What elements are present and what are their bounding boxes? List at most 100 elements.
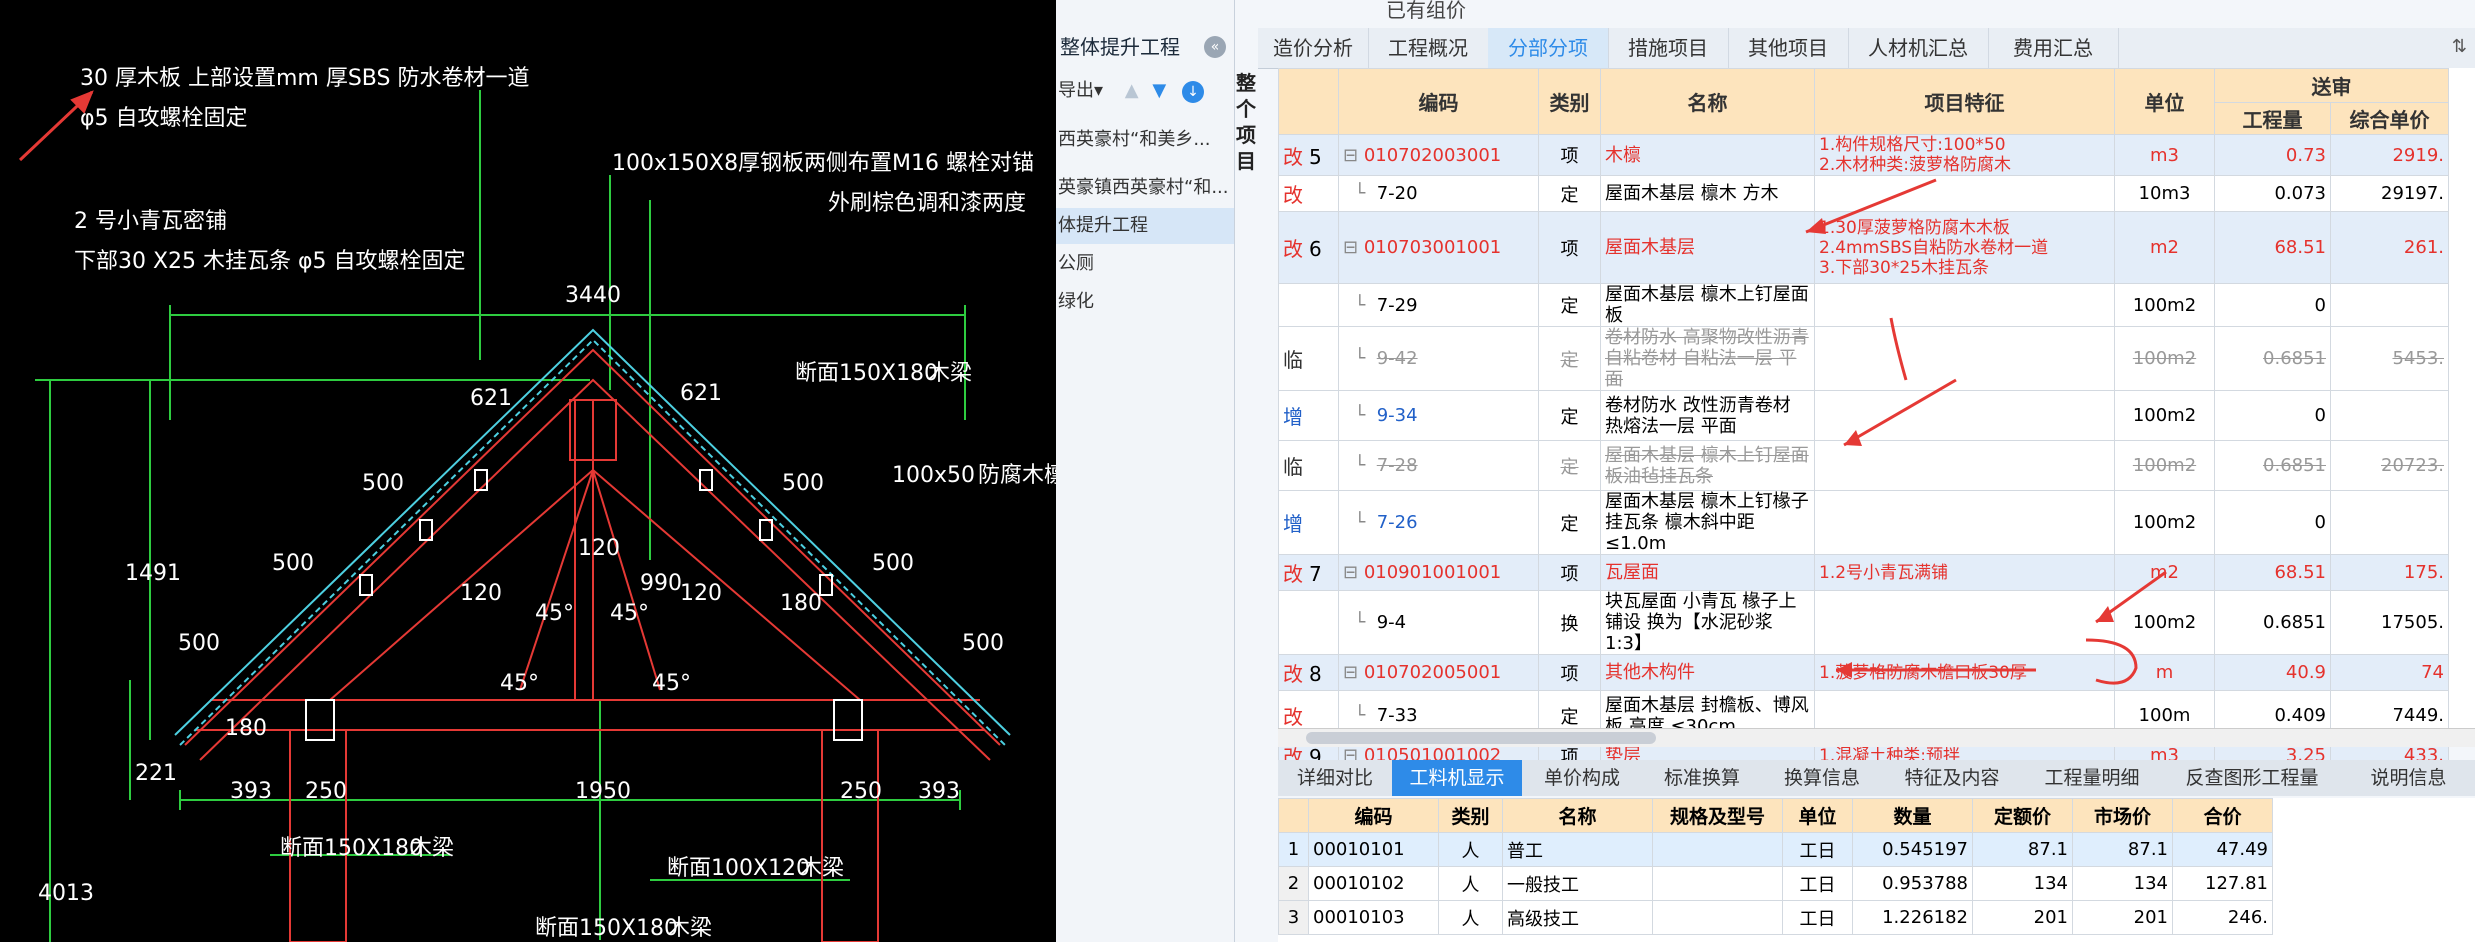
material-row[interactable]: 2 00010102 人一般技工 工日 0.953788 134 134 127.81 <box>1278 866 2273 901</box>
material-total[interactable]: 127.81 <box>2172 866 2273 901</box>
row-price[interactable] <box>2330 390 2449 441</box>
row-qty[interactable]: 0.6851 <box>2214 440 2331 491</box>
bheader-total[interactable]: 合价 <box>2172 798 2273 833</box>
material-type[interactable]: 人 <box>1438 900 1503 935</box>
bheader-name[interactable]: 名称 <box>1502 798 1653 833</box>
row-feature[interactable] <box>1814 326 2115 391</box>
row-code[interactable]: ⊟ 010702005001 <box>1338 654 1539 691</box>
header-code[interactable]: 编码 <box>1338 68 1539 135</box>
row-name[interactable]: 瓦屋面 <box>1600 554 1815 591</box>
tab-labor-material[interactable]: 人材机汇总 <box>1848 28 1989 68</box>
horizontal-scrollbar[interactable] <box>1278 728 2475 747</box>
row-code[interactable]: └ 7-26 <box>1338 490 1539 555</box>
row-name[interactable]: 屋面木基层 檩木上钉屋面板油毡挂瓦条 <box>1600 440 1815 491</box>
row-unit[interactable]: m <box>2114 654 2215 691</box>
row-price[interactable] <box>2330 283 2449 327</box>
row-qty[interactable]: 68.51 <box>2214 554 2331 591</box>
material-base[interactable]: 87.1 <box>1972 832 2073 867</box>
row-unit[interactable]: m2 <box>2114 211 2215 284</box>
grid-row[interactable]: 改 └ 7-20 定屋面木基层 檩木 方木 10m3 0.073 29197. <box>1278 175 2449 212</box>
row-type[interactable]: 项 <box>1538 134 1601 176</box>
grid-row[interactable]: 增 └ 9-34 定卷材防水 改性沥青卷材 热熔法一层 平面 100m2 0 <box>1278 390 2449 441</box>
material-code[interactable]: 00010101 <box>1308 832 1439 867</box>
row-unit[interactable]: m2 <box>2114 554 2215 591</box>
row-code[interactable]: └ 9-4 <box>1338 590 1539 655</box>
btab-standard-conversion[interactable]: 标准换算 <box>1642 760 1764 796</box>
btab-qty-detail[interactable]: 工程量明细 <box>2022 760 2164 796</box>
grid-row[interactable]: 临 └ 7-28 定屋面木基层 檩木上钉屋面板油毡挂瓦条 100m2 0.6851 20… <box>1278 440 2449 491</box>
header-price[interactable]: 综合单价 <box>2330 102 2449 135</box>
row-qty[interactable]: 0.6851 <box>2214 590 2331 655</box>
row-price[interactable]: 2919. <box>2330 134 2449 176</box>
tree-item-upgrade[interactable]: 体提升工程 <box>1056 208 1234 244</box>
tab-measures[interactable]: 措施项目 <box>1608 28 1729 68</box>
btab-labor-material[interactable]: 工料机显示 <box>1392 760 1524 796</box>
material-unit[interactable]: 工日 <box>1782 900 1853 935</box>
material-unit[interactable]: 工日 <box>1782 866 1853 901</box>
bheader-qty[interactable]: 数量 <box>1852 798 1973 833</box>
row-price[interactable]: 261. <box>2330 211 2449 284</box>
row-type[interactable]: 项 <box>1538 554 1601 591</box>
material-code[interactable]: 00010102 <box>1308 866 1439 901</box>
grid-row[interactable]: 改 5 ⊟ 010702003001 项木檩 1.构件规格尺寸:100*50 2.木材种… <box>1278 134 2449 176</box>
material-base[interactable]: 134 <box>1972 866 2073 901</box>
bheader-type[interactable]: 类别 <box>1438 798 1503 833</box>
tree-item-greening[interactable]: 绿化 <box>1056 284 1234 320</box>
material-total[interactable]: 246. <box>2172 900 2273 935</box>
row-feature[interactable]: 1.构件规格尺寸:100*50 2.木材种类:菠萝格防腐木 <box>1814 134 2115 176</box>
material-base[interactable]: 201 <box>1972 900 2073 935</box>
tab-overview[interactable]: 工程概况 <box>1368 28 1489 68</box>
row-feature[interactable] <box>1814 590 2115 655</box>
material-qty[interactable]: 1.226182 <box>1852 900 1973 935</box>
row-price[interactable]: 5453. <box>2330 326 2449 391</box>
material-code[interactable]: 00010103 <box>1308 900 1439 935</box>
tab-cost-analysis[interactable]: 造价分析 <box>1258 28 1369 68</box>
download-icon[interactable]: ↓ <box>1181 81 1204 103</box>
tree-item-toilet[interactable]: 公厕 <box>1056 246 1234 282</box>
material-spec[interactable] <box>1652 900 1783 935</box>
row-unit[interactable]: 100m2 <box>2114 490 2215 555</box>
btab-feature-content[interactable]: 特征及内容 <box>1882 760 2024 796</box>
material-row[interactable]: 3 00010103 人高级技工 工日 1.226182 201 201 246. <box>1278 900 2273 935</box>
row-code[interactable]: ⊟ 010901001001 <box>1338 554 1539 591</box>
row-type[interactable]: 定 <box>1538 440 1601 491</box>
row-type[interactable]: 项 <box>1538 211 1601 284</box>
cad-drawing-panel[interactable]: 30 厚木板 上部设置mm 厚SBS 防水卷材一道 φ5 自攻螺栓固定 100x… <box>0 0 1056 942</box>
whole-project-vertical-tab[interactable]: 整个项目 <box>1234 70 1258 174</box>
scrollbar-thumb[interactable] <box>1306 732 1656 744</box>
row-unit[interactable]: m3 <box>2114 134 2215 176</box>
material-name[interactable]: 普工 <box>1502 832 1653 867</box>
row-price[interactable] <box>2330 490 2449 555</box>
header-name[interactable]: 名称 <box>1600 68 1815 135</box>
row-type[interactable]: 项 <box>1538 654 1601 691</box>
move-up-icon[interactable]: ▲ <box>1125 80 1139 101</box>
row-code[interactable]: └ 9-42 <box>1338 326 1539 391</box>
row-type[interactable]: 换 <box>1538 590 1601 655</box>
grid-row[interactable]: 临 └ 9-42 定卷材防水 高聚物改性沥青自粘卷材 自粘法一层 平面 100m2 0… <box>1278 326 2449 391</box>
material-type[interactable]: 人 <box>1438 832 1503 867</box>
row-code[interactable]: ⊟ 010703001001 <box>1338 211 1539 284</box>
row-price[interactable]: 17505. <box>2330 590 2449 655</box>
material-market[interactable]: 201 <box>2072 900 2173 935</box>
collapse-toggle-icon[interactable]: ⊟ <box>1343 662 1364 683</box>
collapse-toggle-icon[interactable]: ⊟ <box>1343 145 1364 166</box>
row-feature[interactable] <box>1814 440 2115 491</box>
row-code[interactable]: └ 7-20 <box>1338 175 1539 212</box>
tab-fee-summary[interactable]: 费用汇总 <box>1988 28 2119 68</box>
row-type[interactable]: 定 <box>1538 326 1601 391</box>
btab-description[interactable]: 说明信息 <box>2342 760 2475 796</box>
row-qty[interactable]: 68.51 <box>2214 211 2331 284</box>
material-row[interactable]: 1 00010101 人普工 工日 0.545197 87.1 87.1 47.49 <box>1278 832 2273 867</box>
row-unit[interactable]: 100m2 <box>2114 326 2215 391</box>
material-spec[interactable] <box>1652 866 1783 901</box>
row-feature[interactable]: 1.菠萝格防腐木檐口板30厚 <box>1814 654 2115 691</box>
row-name[interactable]: 屋面木基层 檩木上钉屋面板 <box>1600 283 1815 327</box>
row-name[interactable]: 块瓦屋面 小青瓦 椽子上铺设 换为【水泥砂浆 1:3】 <box>1600 590 1815 655</box>
row-code[interactable]: ⊟ 010702003001 <box>1338 134 1539 176</box>
sort-icon[interactable]: ⇅ <box>2452 36 2467 57</box>
material-spec[interactable] <box>1652 832 1783 867</box>
row-qty[interactable]: 0.073 <box>2214 175 2331 212</box>
row-price[interactable]: 29197. <box>2330 175 2449 212</box>
header-qty[interactable]: 工程量 <box>2214 102 2331 135</box>
row-feature[interactable] <box>1814 283 2115 327</box>
